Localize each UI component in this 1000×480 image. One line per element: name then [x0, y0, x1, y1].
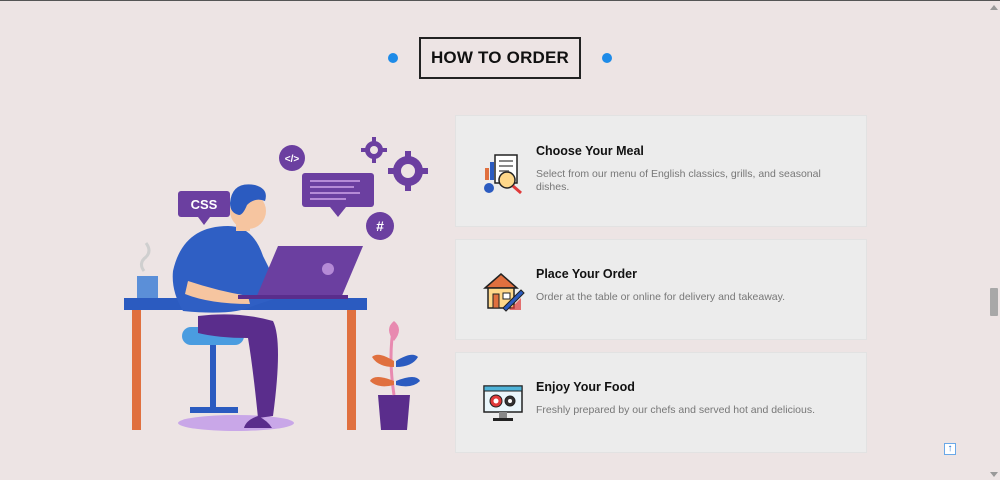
heading-dot-right: [602, 53, 613, 63]
back-to-top-button[interactable]: ↑: [944, 443, 956, 455]
chat-bubble: [302, 173, 374, 207]
steps-list: Choose Your Meal Select from our menu of…: [455, 115, 867, 465]
step-description: Order at the table or online for deliver…: [536, 291, 786, 303]
floor-shadow: [178, 415, 294, 431]
section-title: HOW TO ORDER: [418, 37, 582, 79]
menu-search-icon: [484, 154, 522, 195]
section-heading: HOW TO ORDER: [0, 37, 1000, 79]
step-description: Select from our menu of English classics…: [536, 168, 821, 193]
svg-text:CSS: CSS: [191, 197, 218, 212]
svg-text:#: #: [376, 218, 384, 234]
svg-text:</>: </>: [285, 154, 300, 165]
mug: [137, 276, 158, 298]
vertical-scrollbar[interactable]: [984, 1, 1000, 480]
large-gear: [388, 151, 428, 191]
step-description: Freshly prepared by our chefs and served…: [536, 404, 815, 416]
desk-leg-left: [132, 310, 141, 430]
step-title: Choose Your Meal: [536, 144, 644, 158]
step-card-enjoy-food: Enjoy Your Food Freshly prepared by our …: [455, 352, 867, 453]
page: HOW TO ORDER CSS </> # Choose Your Meal …: [0, 0, 1000, 480]
laptop: [256, 246, 363, 298]
scroll-thumb[interactable]: [990, 288, 998, 316]
monitor-gears-icon: [483, 385, 523, 421]
small-gear: [361, 137, 387, 163]
developer-illustration: CSS </> #: [124, 137, 428, 431]
plant-pot: [378, 395, 410, 430]
step-title: Enjoy Your Food: [536, 380, 635, 394]
heading-dot-left: [387, 53, 398, 63]
step-card-choose-meal: Choose Your Meal Select from our menu of…: [455, 115, 867, 227]
house-blueprint-icon: [483, 273, 525, 312]
step-card-place-order: Place Your Order Order at the table or o…: [455, 239, 867, 340]
desk-leg-right: [347, 310, 356, 430]
scroll-up-icon[interactable]: [990, 5, 998, 10]
step-title: Place Your Order: [536, 267, 637, 281]
scroll-down-icon[interactable]: [990, 472, 998, 477]
